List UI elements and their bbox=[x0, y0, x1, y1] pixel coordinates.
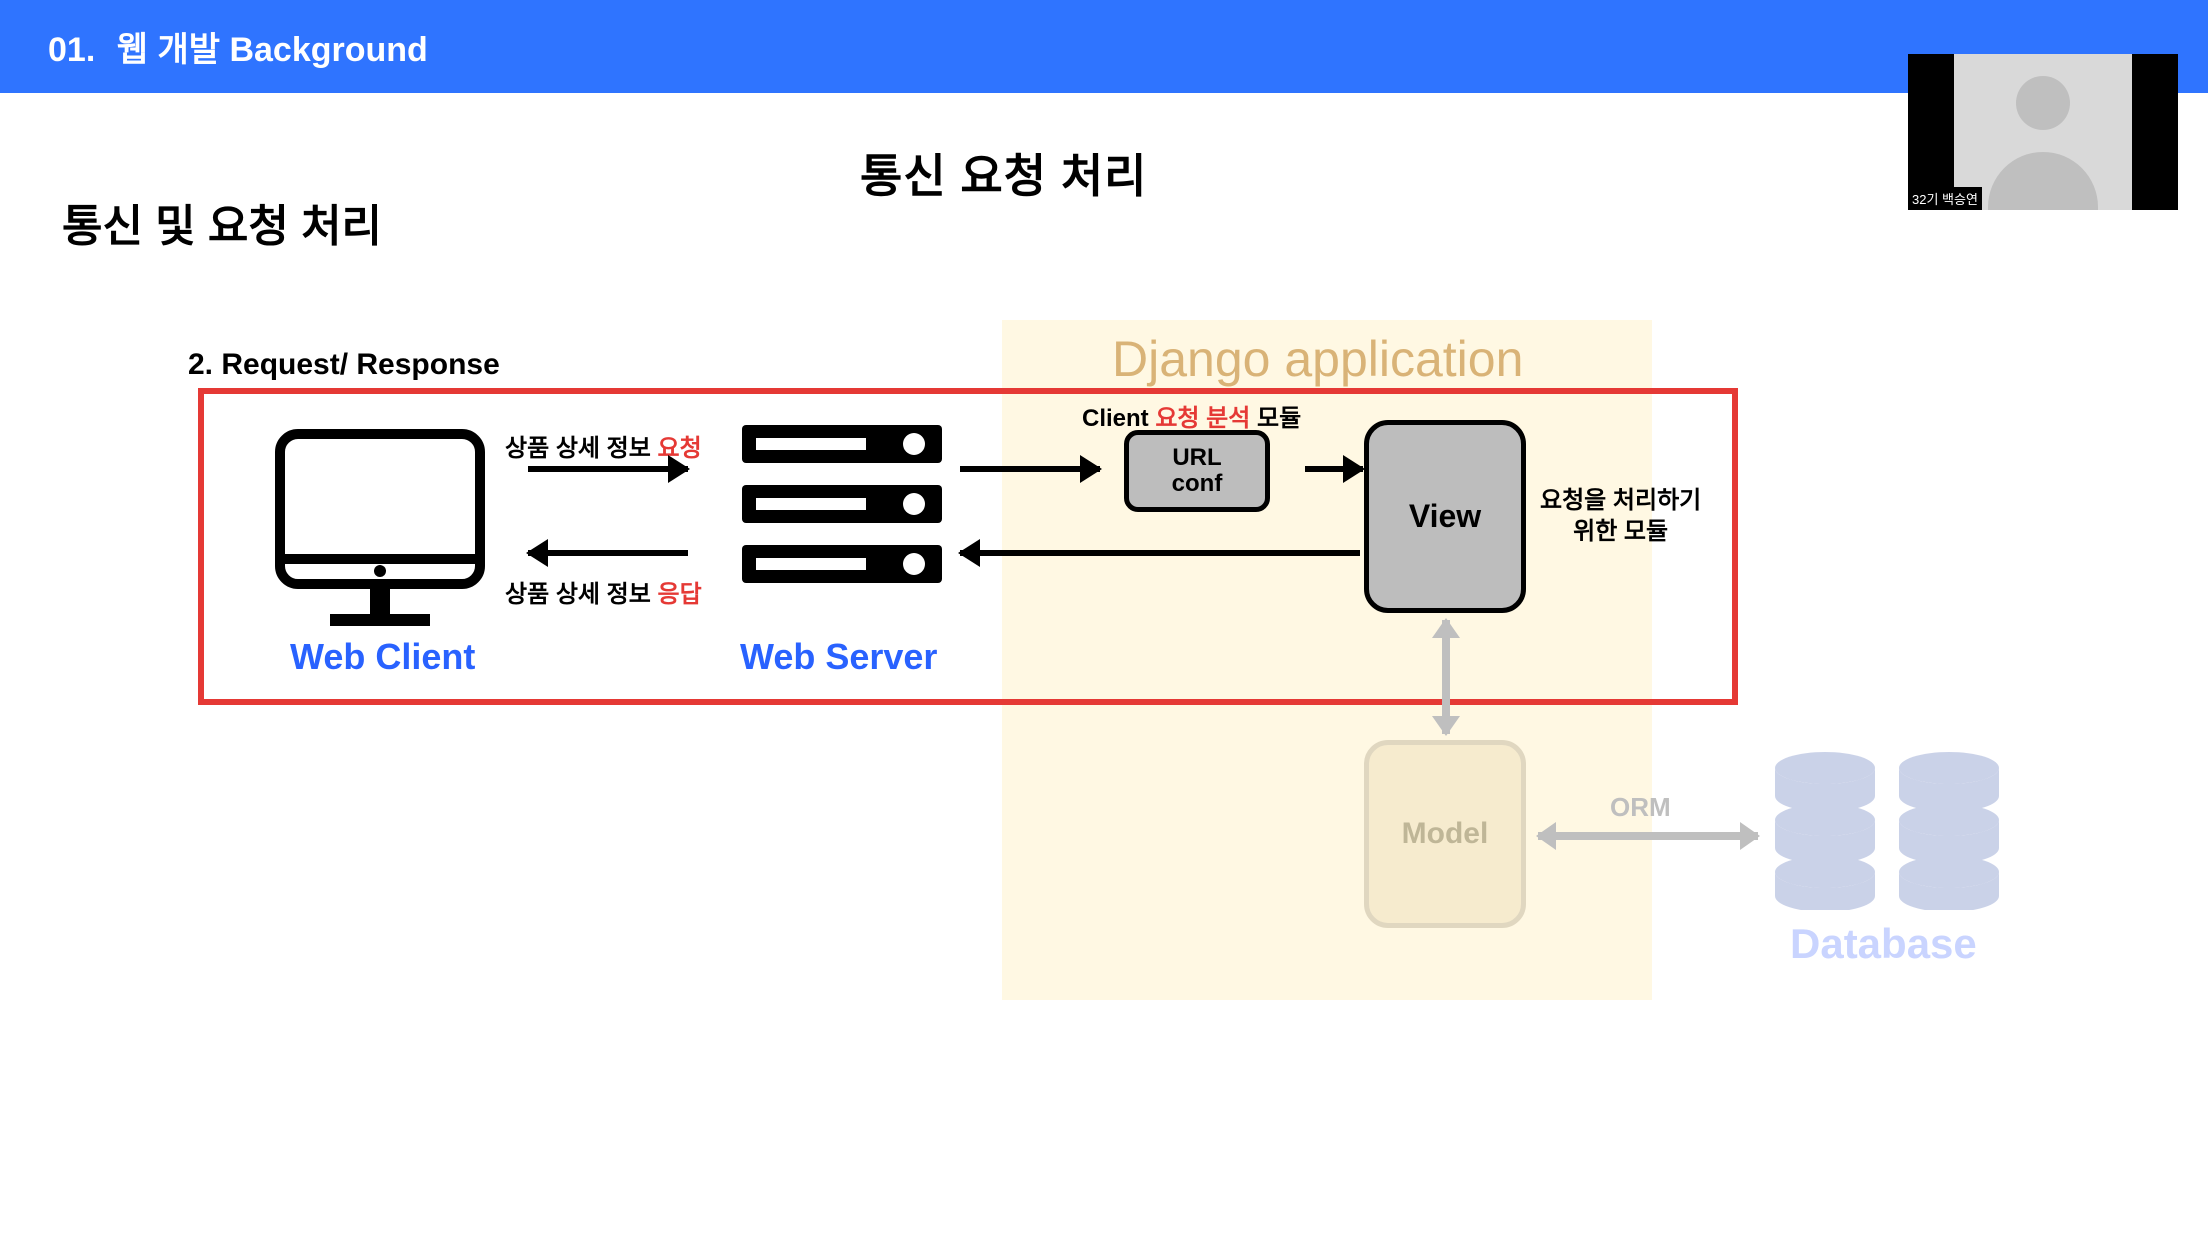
model-box: Model bbox=[1364, 740, 1526, 928]
header-number: 01. bbox=[48, 31, 95, 69]
client-analysis-label: Client 요청 분석 모듈 bbox=[1082, 398, 1301, 433]
view-box: View bbox=[1364, 420, 1526, 613]
view-description: 요청을 처리하기 위한 모듈 bbox=[1540, 485, 1701, 547]
web-client-icon bbox=[270, 424, 490, 639]
response-label: 상품 상세 정보 응답 bbox=[505, 574, 702, 609]
database-icon bbox=[1770, 750, 2004, 910]
database-label: Database bbox=[1790, 920, 1977, 968]
webcam-overlay: 32기 백승연 bbox=[1908, 54, 2178, 210]
orm-label: ORM bbox=[1610, 792, 1671, 823]
arrow-model-database bbox=[1538, 832, 1758, 840]
arrow-server-to-urlconf bbox=[960, 466, 1100, 472]
slide-header: 01. 웹 개발 Background bbox=[0, 0, 2208, 93]
arrow-view-to-server bbox=[960, 550, 1360, 556]
header-title: 웹 개발 Background bbox=[117, 31, 428, 69]
section-label: 2. Request/ Response bbox=[188, 348, 500, 382]
url-conf-box: URL conf bbox=[1124, 430, 1270, 512]
django-application-label: Django application bbox=[1112, 330, 1523, 388]
arrow-urlconf-to-view bbox=[1305, 466, 1363, 472]
web-client-label: Web Client bbox=[290, 636, 475, 678]
sub-title: 통신 및 요청 처리 bbox=[62, 190, 382, 254]
arrow-view-model bbox=[1442, 620, 1450, 734]
web-server-label: Web Server bbox=[740, 636, 937, 678]
arrow-request bbox=[528, 466, 688, 472]
avatar-body-icon bbox=[1988, 152, 2098, 210]
web-server-icon bbox=[742, 425, 942, 600]
webcam-name-tag: 32기 백승연 bbox=[1908, 187, 1982, 210]
avatar-head-icon bbox=[2016, 76, 2070, 130]
main-title: 통신 요청 처리 bbox=[860, 140, 1147, 206]
arrow-response bbox=[528, 550, 688, 556]
